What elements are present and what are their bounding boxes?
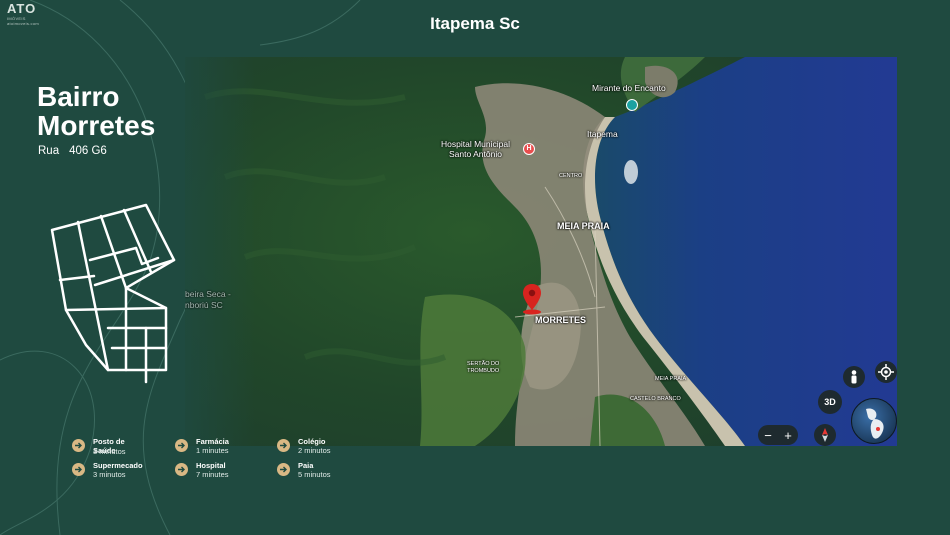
globe-icon <box>866 408 884 439</box>
map-label-meia-praia: MEIA PRAIA <box>557 221 610 231</box>
arrow-right-icon <box>175 463 188 476</box>
map-label-centro: CENTRO <box>559 173 583 179</box>
map-label-meia-praia-small: MEIA PRAIA <box>655 376 687 382</box>
legend-time: 1 minutes <box>196 446 229 455</box>
arrow-right-icon <box>175 439 188 452</box>
street-layout-diagram <box>50 203 176 384</box>
legend-item-praia: Paia 5 minutos <box>277 461 387 483</box>
street-label: Rua <box>38 145 60 157</box>
legend-time: 7 minutes <box>196 470 229 479</box>
legend-item-supermercado: Supermecado 3 minutos <box>72 461 182 483</box>
legend-time: 5 minutos <box>298 470 331 479</box>
legend-name: Supermecado <box>93 461 143 470</box>
page-title: Itapema Sc <box>430 14 520 33</box>
legend-item-farmacia: Farmácia 1 minutes <box>175 437 285 459</box>
map-label-itapema: Itapema <box>587 129 618 139</box>
legend-name: Farmácia <box>196 437 229 446</box>
zoom-in-button[interactable]: + <box>784 428 792 443</box>
locate-icon <box>878 364 894 380</box>
legend-time: 3 minutos <box>93 470 126 479</box>
compass-icon <box>822 428 828 442</box>
map-label-morretes: MORRETES <box>535 315 587 325</box>
street-value: 406 G6 <box>69 145 107 157</box>
legend-name: Hospital <box>196 461 226 470</box>
map-label-hospital: Hospital Municipal Santo Antônio <box>441 139 510 159</box>
legend-name: Colégio <box>298 437 326 446</box>
street-info: Rua 406 G6 <box>38 145 117 157</box>
map-label-sertao: SERTÃO DO TROMBUDO <box>467 361 500 374</box>
my-location-button[interactable] <box>875 361 897 383</box>
zoom-out-button[interactable]: − <box>764 428 772 443</box>
legend-item-posto: Posto de Saúde 3 minutos <box>72 437 182 459</box>
legend-item-colegio: Colégio 2 minutos <box>277 437 387 459</box>
map-label-mirante: Mirante do Encanto <box>592 83 666 93</box>
arrow-right-icon <box>72 439 85 452</box>
map-label-castelo-branco: CASTELO BRANCO <box>630 396 681 402</box>
neighborhood-line1: Bairro <box>37 81 120 112</box>
map-label-ribeira: beira Seca - nboriú SC <box>185 289 231 310</box>
street-view-button[interactable] <box>843 366 865 388</box>
3d-toggle-button[interactable]: 3D <box>818 390 842 414</box>
viewpoint-icon[interactable] <box>626 99 638 111</box>
map-terrain <box>185 57 897 446</box>
arrow-right-icon <box>277 439 290 452</box>
neighborhood-line2: Morretes <box>37 110 156 141</box>
pegman-icon <box>851 370 857 384</box>
compass-button[interactable] <box>814 424 836 446</box>
location-pin-icon[interactable] <box>521 283 543 315</box>
arrow-right-icon <box>72 463 85 476</box>
globe-view-button[interactable] <box>851 398 897 444</box>
hospital-icon[interactable]: H <box>523 143 535 155</box>
arrow-right-icon <box>277 463 290 476</box>
legend-item-hospital: Hospital 7 minutes <box>175 461 285 483</box>
legend-name: Paia <box>298 461 314 470</box>
neighborhood-title: Bairro Morretes <box>37 82 155 140</box>
legend-time: 3 minutos <box>93 447 126 456</box>
zoom-controls: − + <box>758 425 798 445</box>
legend-time: 2 minutos <box>298 446 331 455</box>
satellite-map[interactable]: Mirante do Encanto Hospital Municipal Sa… <box>185 57 897 446</box>
